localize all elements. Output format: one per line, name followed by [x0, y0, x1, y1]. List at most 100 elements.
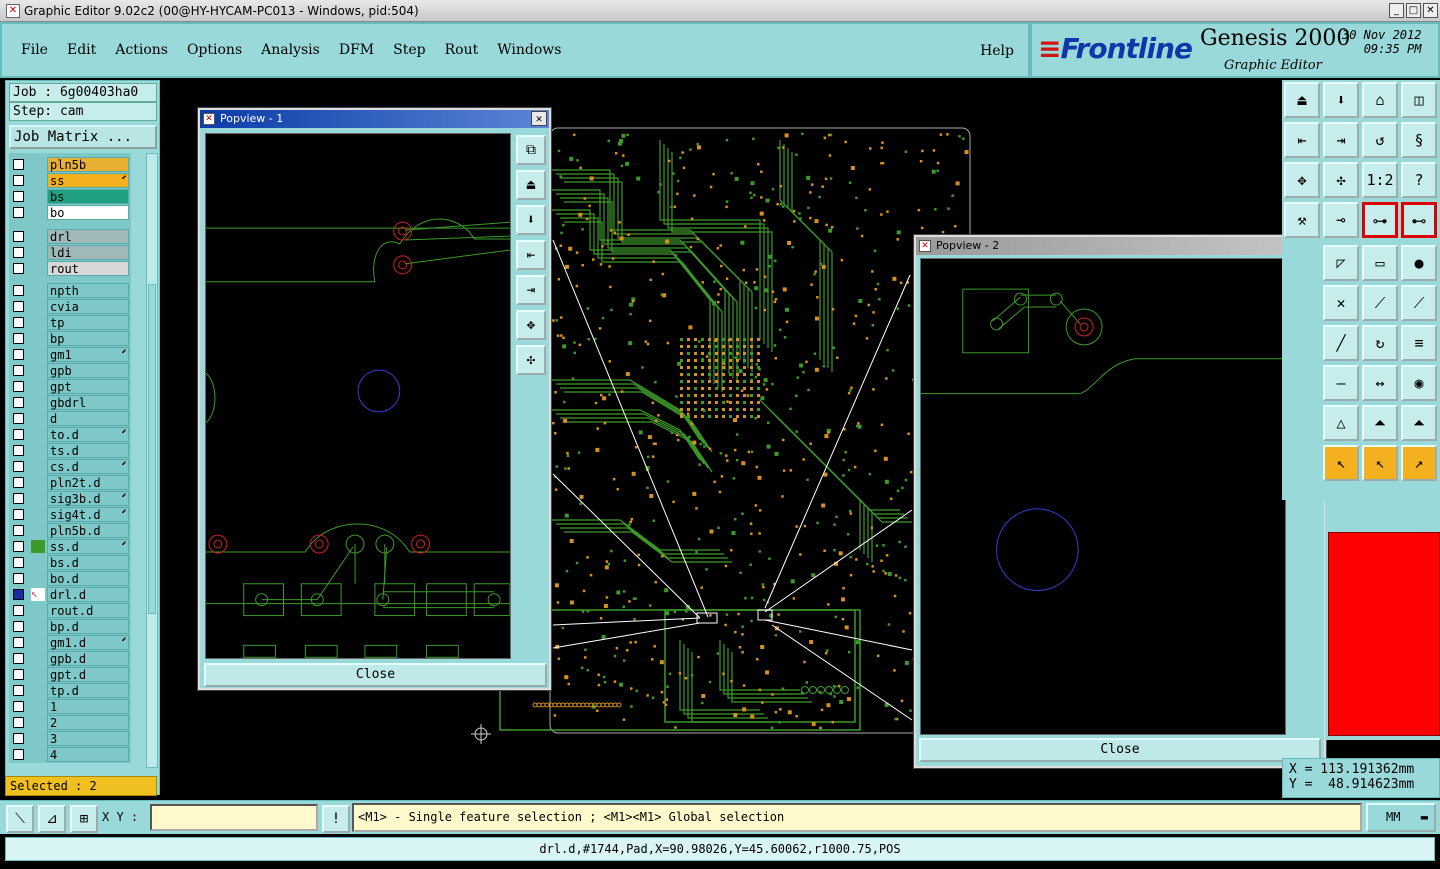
polygon-up-icon[interactable]: ⏶ [1362, 405, 1398, 441]
layer-name[interactable]: bo.d [47, 571, 129, 586]
layer-row[interactable]: drl [9, 229, 131, 244]
layer-name[interactable]: cvia [47, 299, 129, 314]
add-line-pad-icon[interactable]: ⟋ [1401, 285, 1437, 321]
undo-view-icon[interactable]: ↺ [1362, 122, 1398, 158]
home-view-icon[interactable]: ⌂ [1362, 82, 1398, 118]
layer-row[interactable]: ts.d [9, 443, 131, 458]
layer-name[interactable]: d [47, 411, 129, 426]
menu-analysis[interactable]: Analysis [261, 42, 320, 58]
pan-left-icon[interactable]: ⇤ [516, 240, 546, 270]
layer-name[interactable]: bo [47, 205, 129, 220]
layer-name[interactable]: gpb [47, 363, 129, 378]
layer-checkbox[interactable] [13, 701, 24, 712]
layer-row[interactable]: bs.d [9, 555, 131, 570]
minimize-button[interactable]: _ [1389, 3, 1404, 18]
xy-input[interactable] [150, 804, 318, 831]
window-split-icon[interactable]: ◫ [1401, 82, 1437, 118]
layer-checkbox[interactable] [13, 317, 24, 328]
menu-dfm[interactable]: DFM [339, 42, 374, 58]
layer-row[interactable]: d [9, 411, 131, 426]
popview-1-close-icon[interactable]: ✕ [531, 111, 547, 126]
layer-row[interactable]: bo.d [9, 571, 131, 586]
layer-checkbox[interactable] [13, 349, 24, 360]
layer-checkbox[interactable] [13, 397, 24, 408]
layer-row[interactable]: 3 [9, 731, 131, 746]
layer-row[interactable]: pln2t.d [9, 475, 131, 490]
pan-right-icon[interactable]: ⇥ [516, 275, 546, 305]
layer-row[interactable]: bs [9, 189, 131, 204]
layer-row[interactable]: ss ⬋ [9, 173, 131, 188]
layer-row[interactable]: cs.d ⬋ [9, 459, 131, 474]
layer-name[interactable]: drl.d [47, 587, 129, 602]
layer-row[interactable]: 4 [9, 747, 131, 762]
layer-name[interactable]: sig3b.d [47, 491, 129, 506]
layer-checkbox[interactable] [13, 333, 24, 344]
layer-row[interactable]: tp [9, 315, 131, 330]
layer-checkbox[interactable] [13, 191, 24, 202]
zoom-center-icon[interactable]: ✣ [1323, 162, 1359, 198]
menu-file[interactable]: File [21, 42, 48, 58]
layer-checkbox[interactable] [13, 493, 24, 504]
layer-row[interactable]: ldi [9, 245, 131, 260]
layer-checkbox[interactable] [13, 573, 24, 584]
layer-name[interactable]: ts.d [47, 443, 129, 458]
select-area-icon[interactable]: ◸ [1323, 245, 1359, 281]
layer-name[interactable]: 2 [47, 715, 129, 730]
layer-row[interactable]: bp [9, 331, 131, 346]
layer-name[interactable]: ss [47, 173, 129, 188]
layer-checkbox[interactable] [13, 461, 24, 472]
layer-row[interactable]: pln5b.d [9, 523, 131, 538]
grid-icon[interactable]: ⊞ [70, 805, 98, 833]
layer-name[interactable]: gm1 [47, 347, 129, 362]
layer-checkbox[interactable] [13, 365, 24, 376]
layer-checkbox[interactable] [13, 717, 24, 728]
layer-row[interactable]: rout [9, 261, 131, 276]
snap-mode-icon[interactable]: ⟍ [6, 805, 34, 833]
line-icon[interactable]: ╱ [1323, 325, 1359, 361]
menu-help[interactable]: Help [980, 43, 1014, 59]
layer-name[interactable]: gpt.d [47, 667, 129, 682]
pointer-icon[interactable]: ↖ [1323, 445, 1359, 481]
measure-tools-icon[interactable]: ⚒ [1284, 202, 1320, 238]
layer-name[interactable]: npth [47, 283, 129, 298]
cross-icon[interactable]: ✕ [1323, 285, 1359, 321]
layer-name[interactable]: rout.d [47, 603, 129, 618]
layer-checkbox[interactable] [13, 637, 24, 648]
layer-checkbox[interactable] [13, 557, 24, 568]
pan-right-icon[interactable]: ⇥ [1323, 122, 1359, 158]
layer-name[interactable]: pln5b [47, 157, 129, 172]
ruler-icon[interactable]: ▭ [1362, 245, 1398, 281]
layer-scrollbar[interactable] [146, 153, 158, 768]
layer-name[interactable]: cs.d [47, 459, 129, 474]
layer-row[interactable]: npth [9, 283, 131, 298]
layer-checkbox[interactable] [13, 301, 24, 312]
layer-name[interactable]: tp.d [47, 683, 129, 698]
layer-row[interactable]: gm1.d ⬋ [9, 635, 131, 650]
layer-row[interactable]: gpt [9, 379, 131, 394]
layer-name[interactable]: tp [47, 315, 129, 330]
zoom-fit-icon[interactable]: ✥ [516, 310, 546, 340]
layer-checkbox[interactable] [13, 669, 24, 680]
scrollbar-thumb[interactable] [148, 284, 156, 614]
layer-checkbox[interactable] [13, 621, 24, 632]
route-pointer-icon[interactable]: ↗ [1401, 445, 1437, 481]
menu-step[interactable]: Step [393, 42, 425, 58]
layer-row[interactable]: 2 [9, 715, 131, 730]
maximize-button[interactable]: □ [1406, 3, 1421, 18]
layer-row[interactable]: ss.d ⬋ [9, 539, 131, 554]
layer-checkbox[interactable] [13, 381, 24, 392]
layer-name[interactable]: 4 [47, 747, 129, 762]
layer-checkbox[interactable] [13, 207, 24, 218]
layer-name[interactable]: bp [47, 331, 129, 346]
pan-down-icon[interactable]: ⬇ [516, 205, 546, 235]
layer-name[interactable]: ss.d [47, 539, 129, 554]
layer-checkbox[interactable] [13, 231, 24, 242]
layer-row[interactable]: bp.d [9, 619, 131, 634]
menu-edit[interactable]: Edit [67, 42, 96, 58]
zoom-fit-icon[interactable]: ✥ [1284, 162, 1320, 198]
layer-checkbox[interactable] [13, 175, 24, 186]
zoom-up-icon[interactable]: ⏏ [1284, 82, 1320, 118]
layer-checkbox[interactable] [13, 525, 24, 536]
layer-checkbox[interactable] [13, 509, 24, 520]
menu-actions[interactable]: Actions [115, 42, 168, 58]
